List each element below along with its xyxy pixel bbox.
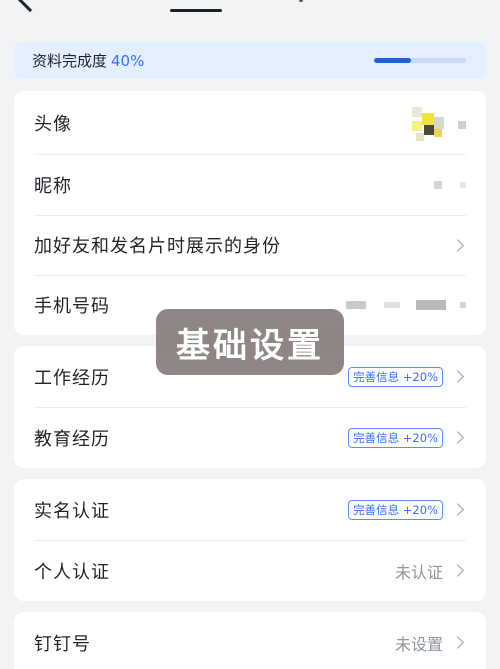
completion-bonus-badge: 完善信息 +20% — [348, 499, 443, 520]
personal-verification-status: 未认证 — [394, 562, 443, 582]
nav-dot — [299, 0, 303, 2]
display-identity-row[interactable]: 加好友和发名片时展示的身份 — [14, 215, 486, 275]
basic-info-card: 头像 昵称 加好友和发名片时展示的身份 手机号码 — [14, 91, 486, 335]
profile-completion-banner[interactable]: 资料完成度 40% — [14, 42, 486, 79]
phone-value-redacted — [346, 301, 366, 309]
personal-verification-row[interactable]: 个人认证 未认证 — [14, 540, 486, 601]
dingtalk-id-card: 钉钉号 未设置 — [14, 612, 486, 669]
avatar[interactable] — [406, 103, 466, 143]
dingtalk-id-value: 未设置 — [394, 634, 443, 654]
dingtalk-id-row[interactable]: 钉钉号 未设置 — [14, 612, 486, 669]
completion-percent: 40% — [111, 51, 145, 70]
completion-label: 资料完成度 — [32, 52, 108, 70]
completion-bonus-badge: 完善信息 +20% — [348, 427, 443, 448]
avatar-label: 头像 — [34, 113, 72, 135]
education-experience-label: 教育经历 — [34, 428, 110, 450]
avatar-row[interactable]: 头像 — [14, 91, 486, 154]
real-name-verification-row[interactable]: 实名认证 完善信息 +20% — [14, 479, 486, 540]
verification-card: 实名认证 完善信息 +20% 个人认证 未认证 — [14, 479, 486, 601]
overlay-title: 基础设置 — [176, 325, 324, 366]
chevron-right-icon — [451, 370, 464, 383]
chevron-right-icon — [451, 238, 464, 252]
back-arrow-icon[interactable] — [15, 0, 45, 13]
chevron-right-icon — [451, 431, 464, 444]
completion-progress-fill — [374, 58, 411, 63]
education-experience-row[interactable]: 教育经历 完善信息 +20% — [14, 407, 486, 468]
chevron-right-icon — [451, 503, 464, 516]
display-identity-label: 加好友和发名片时展示的身份 — [34, 236, 281, 257]
completion-progress-bar — [374, 58, 466, 63]
dingtalk-id-label: 钉钉号 — [34, 633, 91, 655]
section-overlay-label: 基础设置 — [156, 309, 344, 375]
work-experience-label: 工作经历 — [34, 367, 110, 389]
profile-settings-page: 资料完成度 40% 头像 昵称 加好友和发名片时展示的身份 手机号码 工作经历 … — [0, 0, 500, 669]
personal-verification-label: 个人认证 — [34, 561, 110, 583]
nickname-row[interactable]: 昵称 — [14, 154, 486, 215]
nickname-value-redacted — [434, 180, 442, 189]
chevron-right-icon — [451, 564, 464, 577]
nickname-label: 昵称 — [34, 175, 72, 197]
chevron-right-icon — [451, 636, 464, 649]
phone-number-label: 手机号码 — [34, 296, 110, 317]
active-tab-indicator — [170, 9, 222, 12]
completion-bonus-badge: 完善信息 +20% — [348, 366, 443, 387]
real-name-verification-label: 实名认证 — [34, 500, 110, 522]
